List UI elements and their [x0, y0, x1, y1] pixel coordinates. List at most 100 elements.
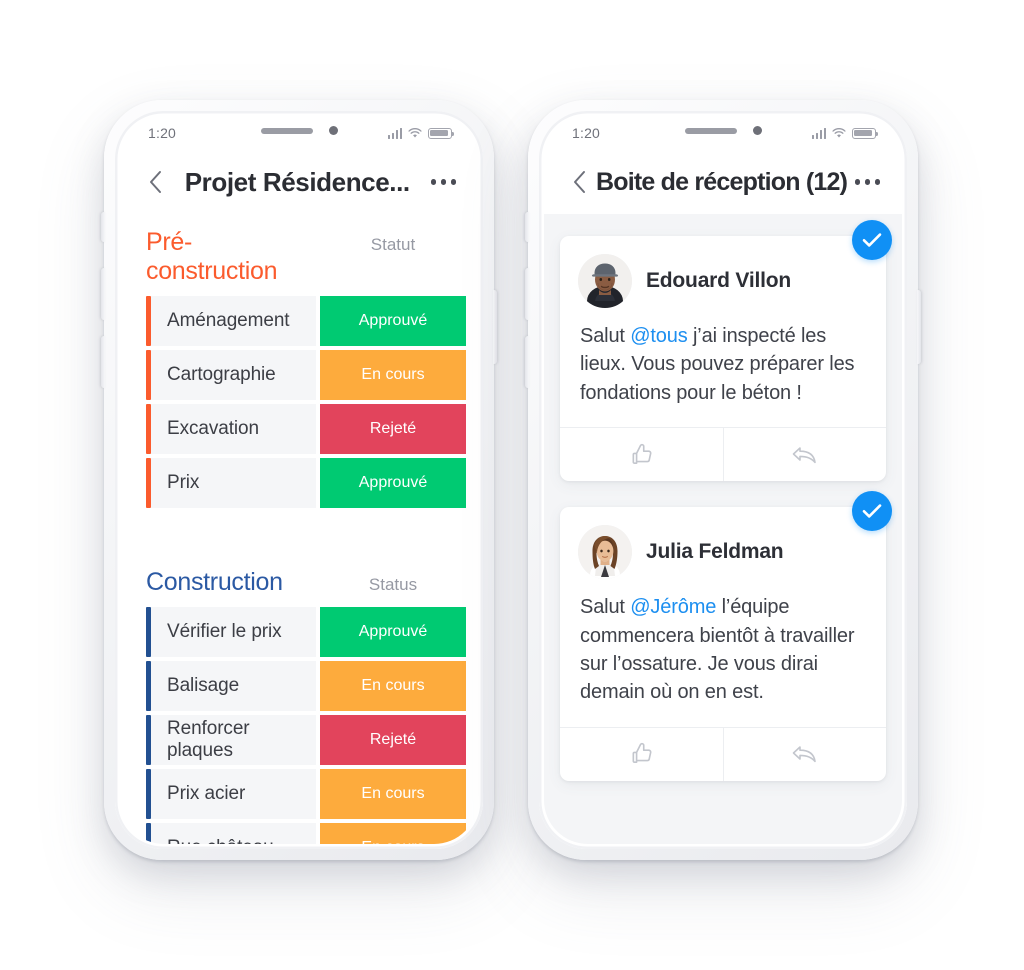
- table-row[interactable]: Prix Approuvé: [120, 458, 472, 508]
- task-name: Rue château: [151, 823, 316, 844]
- thumbs-up-icon: [632, 743, 651, 764]
- table-row[interactable]: Excavation Rejeté: [120, 404, 472, 454]
- front-camera-icon: [328, 126, 338, 135]
- status-bar-icons: [811, 127, 879, 139]
- reply-arrow-icon: [792, 746, 816, 763]
- volume-down-button[interactable]: [101, 336, 105, 388]
- status-column-header: Status: [368, 575, 418, 594]
- message-author: Edouard Villon: [646, 269, 791, 292]
- back-button[interactable]: [564, 165, 594, 199]
- task-name: Vérifier le prix: [151, 607, 316, 657]
- inbox-list[interactable]: Edouard Villon Salut @tous j’ai inspecté…: [544, 214, 902, 844]
- task-name: Prix acier: [151, 769, 316, 819]
- wifi-icon: [408, 127, 422, 139]
- kebab-menu-icon[interactable]: [849, 171, 885, 193]
- message-header: Julia Feldman: [560, 507, 886, 580]
- phone-mockup-left: 1:20 Projet Résidence... Pré-constructio…: [101, 100, 497, 860]
- task-name: Aménagement: [151, 296, 316, 346]
- status-badge[interactable]: Approuvé: [320, 296, 466, 346]
- message-author: Julia Feldman: [646, 540, 784, 564]
- status-badge[interactable]: En cours: [320, 823, 466, 844]
- group-header: Construction Status: [120, 554, 472, 607]
- page-title: Projet Résidence...: [184, 166, 410, 197]
- task-name: Prix: [151, 458, 316, 508]
- front-camera-icon: [752, 126, 762, 135]
- table-row[interactable]: Cartographie En cours: [120, 350, 472, 400]
- power-button[interactable]: [493, 290, 497, 364]
- screenshot-stage: 1:20 Projet Résidence... Pré-constructio…: [0, 0, 1024, 970]
- avatar-man-with-cap: [578, 254, 632, 308]
- kebab-menu-icon[interactable]: [425, 171, 461, 193]
- list-item[interactable]: Edouard Villon Salut @tous j’ai inspecté…: [560, 220, 892, 482]
- earpiece-speaker-icon: [260, 127, 313, 134]
- app-header-right: Boite de réception (12): [544, 150, 902, 214]
- status-badge[interactable]: Rejeté: [320, 715, 466, 765]
- like-button[interactable]: [560, 428, 723, 481]
- phone-bezel-left: 1:20 Projet Résidence... Pré-constructio…: [115, 111, 483, 849]
- volume-up-button[interactable]: [101, 268, 105, 320]
- signal-bars-icon: [811, 127, 826, 139]
- screen-left: 1:20 Projet Résidence... Pré-constructio…: [120, 116, 478, 844]
- page-title: Boite de réception (12): [596, 167, 847, 196]
- wifi-icon: [832, 127, 846, 139]
- table-row[interactable]: Vérifier le prix Approuvé: [120, 607, 472, 657]
- group-title: Pré-construction: [146, 228, 278, 285]
- avatar-woman-long-hair: [578, 525, 632, 580]
- reply-arrow-icon: [792, 446, 816, 463]
- status-bar-time: 1:20: [572, 125, 601, 141]
- board-group-pre-construction: Pré-construction Statut Aménagement Appr…: [120, 214, 472, 508]
- check-circle-icon[interactable]: [852, 220, 892, 260]
- status-badge[interactable]: En cours: [320, 350, 466, 400]
- mention-link[interactable]: @Jérôme: [630, 596, 716, 618]
- board-group-construction: Construction Status Vérifier le prix App…: [120, 554, 472, 844]
- status-bar-time: 1:20: [148, 125, 177, 141]
- mention-link[interactable]: @tous: [630, 325, 688, 347]
- table-row[interactable]: Prix acier En cours: [120, 769, 472, 819]
- project-board[interactable]: Pré-construction Statut Aménagement Appr…: [120, 214, 478, 844]
- phone-mockup-right: 1:20 Boite de réception (12) Edouard Vil…: [525, 100, 921, 860]
- silent-switch[interactable]: [525, 212, 529, 242]
- volume-up-button[interactable]: [525, 268, 529, 320]
- earpiece-speaker-icon: [684, 127, 737, 134]
- chevron-left-icon: [150, 171, 161, 193]
- signal-bars-icon: [387, 127, 402, 139]
- status-badge[interactable]: En cours: [320, 769, 466, 819]
- volume-down-button[interactable]: [525, 336, 529, 388]
- table-row[interactable]: Rue château En cours: [120, 823, 472, 844]
- status-bar-icons: [387, 127, 455, 139]
- task-name: Cartographie: [151, 350, 316, 400]
- status-badge[interactable]: Approuvé: [320, 458, 466, 508]
- reply-button[interactable]: [723, 727, 886, 781]
- table-row[interactable]: Aménagement Approuvé: [120, 296, 472, 346]
- battery-icon: [428, 127, 455, 139]
- silent-switch[interactable]: [101, 212, 105, 242]
- task-name: Excavation: [151, 404, 316, 454]
- group-header: Pré-construction Statut: [120, 214, 472, 296]
- table-row[interactable]: Balisage En cours: [120, 661, 472, 711]
- thumbs-up-icon: [632, 443, 651, 464]
- status-badge[interactable]: Approuvé: [320, 607, 466, 657]
- message-actions: [560, 726, 886, 781]
- list-item[interactable]: Julia Feldman Salut @Jérôme l’équipe com…: [560, 491, 892, 781]
- back-button[interactable]: [140, 165, 170, 199]
- table-row[interactable]: Renforcer plaques Rejeté: [120, 715, 472, 765]
- message-body: Salut @tous j’ai inspecté les lieux. Vou…: [560, 308, 886, 427]
- status-column-header: Statut: [370, 235, 416, 254]
- like-button[interactable]: [560, 728, 723, 781]
- battery-icon: [852, 127, 879, 139]
- status-badge[interactable]: En cours: [320, 661, 466, 711]
- task-name: Renforcer plaques: [151, 715, 316, 765]
- notch-right: [635, 116, 811, 145]
- reply-button[interactable]: [723, 428, 886, 482]
- message-body: Salut @Jérôme l’équipe commencera bientô…: [560, 579, 886, 727]
- status-badge[interactable]: Rejeté: [320, 404, 466, 454]
- chevron-left-icon: [574, 171, 585, 193]
- group-title: Construction: [146, 568, 283, 596]
- message-actions: [560, 427, 886, 482]
- power-button[interactable]: [917, 290, 921, 364]
- message-text-before: Salut: [580, 596, 631, 619]
- phone-bezel-right: 1:20 Boite de réception (12) Edouard Vil…: [539, 111, 907, 849]
- check-circle-icon[interactable]: [852, 491, 892, 532]
- screen-right: 1:20 Boite de réception (12) Edouard Vil…: [544, 116, 902, 844]
